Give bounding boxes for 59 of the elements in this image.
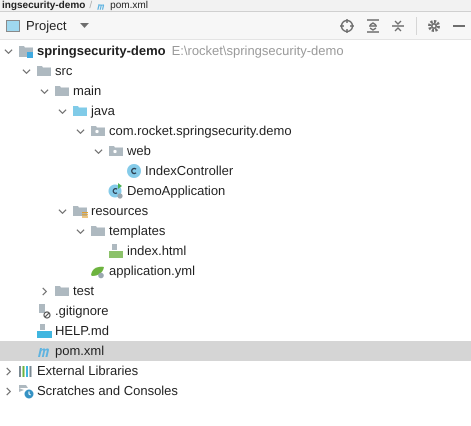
minimize-icon[interactable]	[453, 24, 465, 26]
tree-item-label: resources	[91, 202, 148, 220]
spring-class-icon	[108, 183, 124, 199]
ignored-file-icon	[36, 303, 52, 319]
tree-item-label: DemoApplication	[127, 182, 226, 200]
markdown-file-icon	[36, 323, 52, 339]
chevron-down-icon[interactable]	[76, 226, 85, 236]
chevron-down-icon[interactable]	[58, 206, 67, 216]
chevron-right-icon[interactable]	[4, 386, 13, 396]
package-folder-icon	[90, 123, 106, 139]
tree-item-label: web	[127, 142, 151, 160]
tree-item-label: src	[55, 62, 72, 80]
chevron-right-icon[interactable]	[40, 286, 49, 296]
maven-icon	[96, 1, 106, 11]
project-path: E:\rocket\springsecurity-demo	[172, 42, 344, 60]
tree-item-label: springsecurity-demo	[37, 42, 166, 60]
breadcrumb-item[interactable]: ingsecurity-demo	[2, 1, 86, 11]
tree-item-label: application.yml	[109, 262, 195, 280]
breadcrumb-item[interactable]: pom.xml	[110, 1, 148, 11]
tree-item-label: External Libraries	[37, 362, 138, 380]
tree-row[interactable]: pom.xml	[0, 341, 471, 361]
class-icon	[126, 163, 142, 179]
chevron-down-icon[interactable]	[58, 106, 67, 116]
tree-item-label: main	[73, 82, 102, 100]
window-icon	[6, 20, 20, 32]
folder-icon	[36, 63, 52, 79]
tree-item-label: templates	[109, 222, 166, 240]
package-folder-icon	[108, 143, 124, 159]
scratches-icon	[18, 383, 34, 399]
html-file-icon	[108, 243, 124, 259]
breadcrumb-separator: /	[89, 1, 92, 11]
folder-icon	[90, 223, 106, 239]
folder-icon	[54, 83, 70, 99]
chevron-down-icon[interactable]	[40, 86, 49, 96]
tree-item-label: index.html	[127, 242, 186, 260]
chevron-down-icon[interactable]	[76, 126, 85, 136]
tree-item-label: HELP.md	[55, 322, 109, 340]
tree-item-label: java	[91, 102, 115, 120]
chevron-right-icon[interactable]	[4, 366, 13, 376]
expand-all-icon[interactable]	[367, 18, 379, 32]
libraries-icon	[18, 363, 34, 379]
tree-item-label: test	[73, 282, 94, 300]
tree-item-label: pom.xml	[55, 342, 104, 360]
crosshair-icon[interactable]	[340, 18, 354, 32]
dropdown-caret-icon[interactable]	[80, 22, 90, 28]
chevron-down-icon[interactable]	[22, 66, 31, 76]
chevron-down-icon[interactable]	[4, 46, 13, 56]
module-folder-icon	[18, 43, 34, 59]
folder-icon	[72, 103, 88, 119]
settings-icon[interactable]	[427, 18, 441, 32]
tree-item-label: Scratches and Consoles	[37, 382, 178, 400]
resources-folder-icon	[72, 203, 88, 219]
folder-icon	[54, 283, 70, 299]
chevron-down-icon[interactable]	[94, 146, 103, 156]
tree-item-label: .gitignore	[55, 302, 108, 320]
tree-item-label: com.rocket.springsecurity.demo	[109, 122, 292, 140]
collapse-all-icon[interactable]	[392, 18, 404, 32]
tree-item-label: IndexController	[145, 162, 234, 180]
panel-title: Project	[26, 16, 66, 35]
